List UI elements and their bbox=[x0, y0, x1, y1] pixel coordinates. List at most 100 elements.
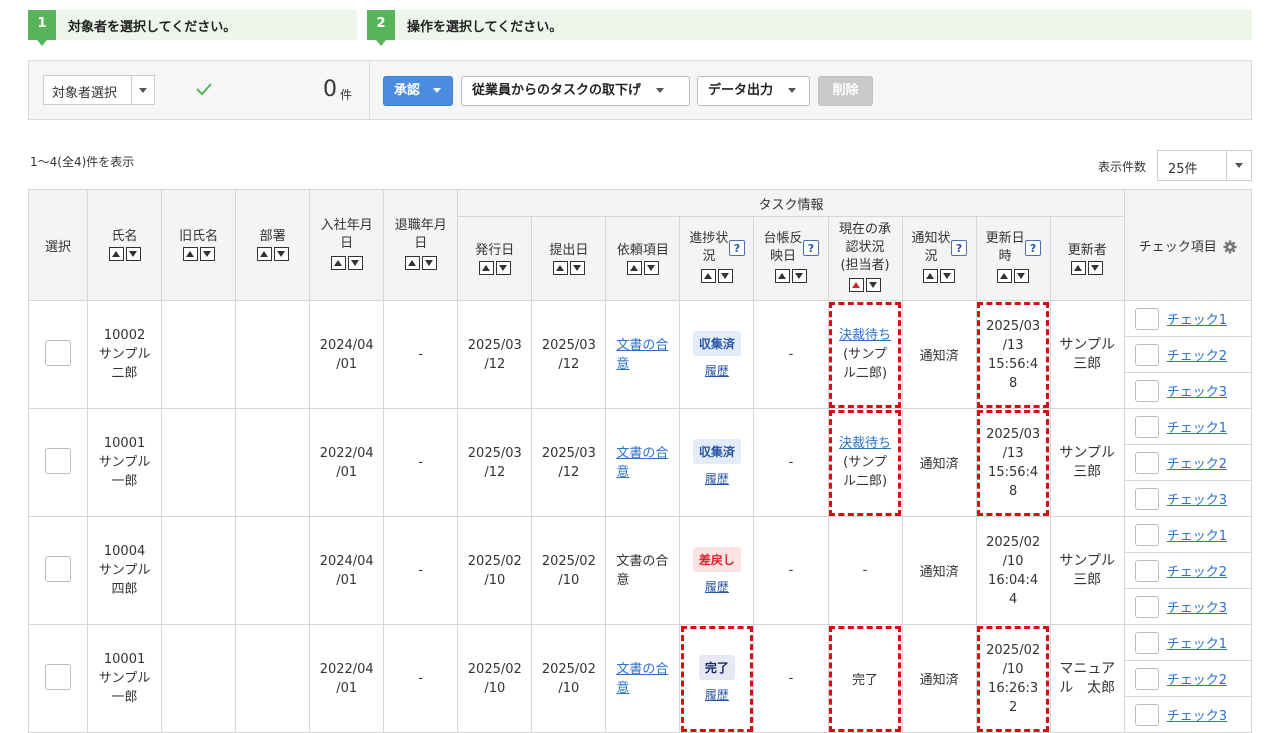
request-item-link[interactable]: 文書の合 bbox=[616, 446, 668, 461]
history-link[interactable]: 履歴 bbox=[680, 362, 753, 379]
sort-buttons[interactable] bbox=[849, 278, 882, 292]
sort-desc-icon[interactable] bbox=[866, 278, 882, 292]
sort-buttons[interactable] bbox=[404, 255, 437, 270]
check-item-checkbox[interactable] bbox=[1134, 595, 1159, 618]
row-select-checkbox[interactable] bbox=[45, 555, 72, 582]
sort-desc-icon[interactable] bbox=[273, 247, 289, 261]
help-icon[interactable]: ? bbox=[1025, 240, 1042, 256]
sort-buttons[interactable] bbox=[774, 269, 807, 283]
leave-date-cell: - bbox=[383, 300, 459, 409]
sort-buttons[interactable] bbox=[108, 247, 141, 261]
sort-desc-icon[interactable] bbox=[1088, 260, 1104, 275]
check-item-link[interactable]: チェック1 bbox=[1167, 417, 1227, 436]
sort-desc-icon[interactable] bbox=[125, 247, 141, 261]
request-item-link[interactable]: 意 bbox=[616, 681, 629, 696]
sort-asc-icon[interactable] bbox=[626, 260, 642, 275]
approval-status-link[interactable]: 決裁待ち bbox=[839, 328, 891, 343]
sort-asc-icon[interactable] bbox=[849, 278, 865, 292]
help-icon[interactable]: ? bbox=[728, 240, 745, 256]
request-item-link[interactable]: 文書の合 bbox=[616, 338, 668, 353]
withdraw-task-button[interactable]: 従業員からのタスクの取下げ bbox=[461, 76, 690, 106]
check-item-link[interactable]: チェック3 bbox=[1167, 489, 1227, 508]
leave-date-cell: - bbox=[383, 624, 459, 733]
check-item-link[interactable]: チェック1 bbox=[1167, 525, 1227, 544]
sort-asc-icon[interactable] bbox=[1071, 260, 1087, 275]
check-item-checkbox[interactable] bbox=[1134, 667, 1159, 690]
sort-asc-icon[interactable] bbox=[478, 260, 494, 275]
check-item-link[interactable]: チェック3 bbox=[1167, 597, 1227, 616]
request-item-link[interactable]: 意 bbox=[616, 357, 629, 372]
sort-buttons[interactable] bbox=[330, 255, 363, 270]
sort-desc-icon[interactable] bbox=[791, 269, 807, 283]
approve-button[interactable]: 承認 bbox=[383, 76, 453, 106]
approval-status-link[interactable]: 決裁待ち bbox=[839, 436, 891, 451]
sort-asc-icon[interactable] bbox=[923, 269, 939, 283]
check-item-link[interactable]: チェック2 bbox=[1167, 345, 1227, 364]
sort-asc-icon[interactable] bbox=[404, 255, 420, 270]
sort-buttons[interactable] bbox=[997, 269, 1030, 283]
check-item-link[interactable]: チェック2 bbox=[1167, 453, 1227, 472]
sort-buttons[interactable] bbox=[923, 269, 956, 283]
check-item-checkbox[interactable] bbox=[1134, 523, 1159, 546]
check-item-link[interactable]: チェック3 bbox=[1167, 705, 1227, 724]
sort-desc-icon[interactable] bbox=[421, 255, 437, 270]
sort-asc-icon[interactable] bbox=[700, 269, 716, 283]
sort-desc-icon[interactable] bbox=[569, 260, 585, 275]
check-item-checkbox[interactable] bbox=[1134, 307, 1159, 330]
row-select-checkbox[interactable] bbox=[45, 663, 72, 690]
select-cell bbox=[27, 624, 89, 733]
sort-buttons[interactable] bbox=[626, 260, 659, 275]
sort-asc-icon[interactable] bbox=[330, 255, 346, 270]
row-select-checkbox[interactable] bbox=[45, 447, 72, 474]
check-item-link[interactable]: チェック1 bbox=[1167, 309, 1227, 328]
check-item-link[interactable]: チェック2 bbox=[1167, 669, 1227, 688]
history-link[interactable]: 履歴 bbox=[680, 686, 753, 703]
check-items-cell: チェック1 チェック2 チェック3 bbox=[1123, 624, 1253, 733]
check-item-checkbox[interactable] bbox=[1134, 703, 1159, 726]
help-icon[interactable]: ? bbox=[802, 240, 819, 256]
request-item-link[interactable]: 意 bbox=[616, 465, 629, 480]
sort-buttons[interactable] bbox=[182, 247, 215, 261]
check-item-checkbox[interactable] bbox=[1134, 343, 1159, 366]
check-item-link[interactable]: チェック1 bbox=[1167, 633, 1227, 652]
history-link[interactable]: 履歴 bbox=[680, 578, 753, 595]
sort-asc-icon[interactable] bbox=[256, 247, 272, 261]
sort-asc-icon[interactable] bbox=[182, 247, 198, 261]
check-item-link[interactable]: チェック3 bbox=[1167, 381, 1227, 400]
check-item-checkbox[interactable] bbox=[1134, 415, 1159, 438]
check-item-link[interactable]: チェック2 bbox=[1167, 561, 1227, 580]
check-item-checkbox[interactable] bbox=[1134, 559, 1159, 582]
page-size-label: 表示件数 bbox=[1098, 160, 1147, 174]
page-size-select[interactable]: 25件 bbox=[1157, 150, 1252, 181]
sort-desc-icon[interactable] bbox=[495, 260, 511, 275]
sort-desc-icon[interactable] bbox=[717, 269, 733, 283]
row-select-checkbox[interactable] bbox=[45, 339, 72, 366]
check-item-checkbox[interactable] bbox=[1134, 451, 1159, 474]
delete-button[interactable]: 削除 bbox=[818, 76, 873, 106]
sort-asc-icon[interactable] bbox=[108, 247, 124, 261]
sort-asc-icon[interactable] bbox=[997, 269, 1013, 283]
sort-desc-icon[interactable] bbox=[347, 255, 363, 270]
help-icon[interactable]: ? bbox=[951, 240, 968, 256]
sort-buttons[interactable] bbox=[700, 269, 733, 283]
sort-desc-icon[interactable] bbox=[1014, 269, 1030, 283]
sort-desc-icon[interactable] bbox=[199, 247, 215, 261]
sort-asc-icon[interactable] bbox=[774, 269, 790, 283]
sort-desc-icon[interactable] bbox=[643, 260, 659, 275]
sort-asc-icon[interactable] bbox=[552, 260, 568, 275]
sort-buttons[interactable] bbox=[552, 260, 585, 275]
target-select-dropdown[interactable]: 対象者選択 bbox=[43, 75, 155, 105]
history-link[interactable]: 履歴 bbox=[680, 470, 753, 487]
check-item-checkbox[interactable] bbox=[1134, 631, 1159, 654]
chevron-down-icon[interactable] bbox=[131, 76, 154, 104]
check-item-checkbox[interactable] bbox=[1134, 487, 1159, 510]
sort-buttons[interactable] bbox=[1071, 260, 1104, 275]
export-data-button[interactable]: データ出力 bbox=[697, 76, 810, 106]
sort-buttons[interactable] bbox=[478, 260, 511, 275]
gear-icon[interactable] bbox=[1223, 240, 1237, 254]
sort-buttons[interactable] bbox=[256, 247, 289, 261]
result-summary: 1〜4(全4)件を表示 bbox=[30, 155, 135, 169]
request-item-link[interactable]: 文書の合 bbox=[616, 662, 668, 677]
sort-desc-icon[interactable] bbox=[940, 269, 956, 283]
check-item-checkbox[interactable] bbox=[1134, 379, 1159, 402]
